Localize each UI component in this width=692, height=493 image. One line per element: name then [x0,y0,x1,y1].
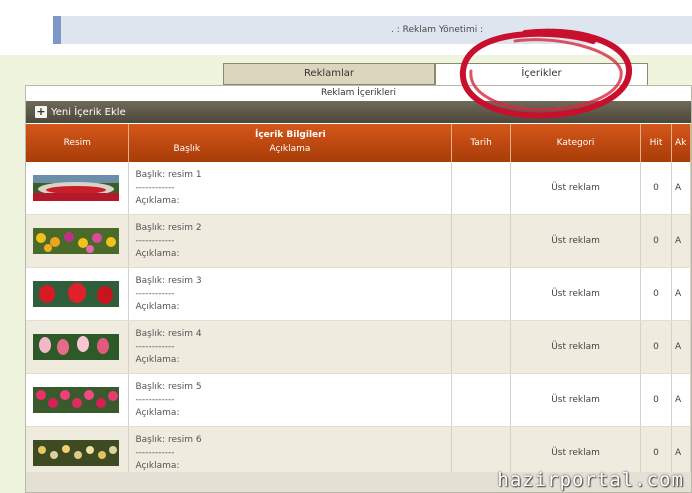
table-row: Başlık: resim 4 ------------ Açıklama: Ü… [26,320,692,374]
table-row: Başlık: resim 1 ------------ Açıklama: Ü… [26,162,692,215]
row-extra: A [671,214,692,268]
col-header-resim: Resim [26,124,130,162]
row-separator: ------------ [135,182,175,193]
row-category: Üst reklam [510,267,641,321]
row-separator: ------------ [135,341,175,352]
row-category: Üst reklam [510,162,641,215]
table-row: Başlık: resim 5 ------------ Açıklama: Ü… [26,373,692,427]
row-description: Açıklama: [135,195,180,206]
row-info-cell: Başlık: resim 4 ------------ Açıklama: [128,320,453,374]
row-date-cell [451,267,512,321]
row-separator: ------------ [135,235,175,246]
row-title: Başlık: resim 1 [135,169,202,180]
row-date-cell [451,162,512,215]
row-hit: 0 [640,320,672,374]
row-title: Başlık: resim 5 [135,381,202,392]
row-category: Üst reklam [510,373,641,427]
row-title: Başlık: resim 2 [135,222,202,233]
row-extra: A [671,373,692,427]
content-panel: Reklam İçerikleri + Yeni İçerik Ekle Res… [25,85,692,493]
row-description: Açıklama: [135,354,180,365]
highlight-circle-annotation [459,28,633,119]
row-description: Açıklama: [135,248,180,259]
row-category: Üst reklam [510,214,641,268]
add-content-button[interactable]: + Yeni İçerik Ekle [35,105,126,119]
row-image-cell [26,320,130,374]
col-header-kategori: Kategori [510,124,641,162]
tulip-thumbnail[interactable] [33,281,119,307]
row-hit: 0 [640,214,672,268]
content-table: Resim İçerik Bilgileri Başlık Açıklama T… [26,124,692,480]
tab-reklamlar[interactable]: Reklamlar [223,63,435,85]
row-title: Başlık: resim 3 [135,275,202,286]
row-description: Açıklama: [135,407,180,418]
row-date-cell [451,373,512,427]
col-header-baslik: Başlık [173,144,201,154]
row-extra: A [671,267,692,321]
row-image-cell [26,373,130,427]
row-hit: 0 [640,373,672,427]
table-row: Başlık: resim 3 ------------ Açıklama: Ü… [26,267,692,321]
row-extra: A [671,162,692,215]
row-info-cell: Başlık: resim 1 ------------ Açıklama: [128,162,453,215]
tulip-thumbnail[interactable] [33,440,119,466]
row-hit: 0 [640,162,672,215]
row-image-cell [26,267,130,321]
row-image-cell [26,214,130,268]
row-date-cell [451,214,512,268]
col-header-icerik: İçerik Bilgileri Başlık Açıklama [128,124,453,162]
col-header-aciklama: Açıklama [269,144,311,154]
table-row: Başlık: resim 2 ------------ Açıklama: Ü… [26,214,692,268]
row-extra: A [671,320,692,374]
tulip-thumbnail[interactable] [33,387,119,413]
row-separator: ------------ [135,288,175,299]
row-separator: ------------ [135,394,175,405]
col-header-hit: Hit [640,124,672,162]
row-hit: 0 [640,267,672,321]
add-content-label: Yeni İçerik Ekle [51,106,126,118]
tulip-thumbnail[interactable] [33,228,119,254]
tulip-thumbnail[interactable] [33,175,119,201]
tulip-thumbnail[interactable] [33,334,119,360]
col-header-tarih: Tarih [451,124,512,162]
row-date-cell [451,320,512,374]
row-info-cell: Başlık: resim 2 ------------ Açıklama: [128,214,453,268]
row-description: Açıklama: [135,301,180,312]
row-separator: ------------ [135,447,175,458]
row-title: Başlık: resim 4 [135,328,202,339]
row-description: Açıklama: [135,460,180,471]
row-category: Üst reklam [510,320,641,374]
plus-icon: + [35,105,47,118]
row-title: Başlık: resim 6 [135,434,202,445]
row-image-cell [26,162,130,215]
col-header-extra: Ak [671,124,692,162]
row-info-cell: Başlık: resim 5 ------------ Açıklama: [128,373,453,427]
col-header-icerik-title: İçerik Bilgileri [254,130,326,140]
row-info-cell: Başlık: resim 3 ------------ Açıklama: [128,267,453,321]
watermark: hazirportal.com [497,469,684,491]
